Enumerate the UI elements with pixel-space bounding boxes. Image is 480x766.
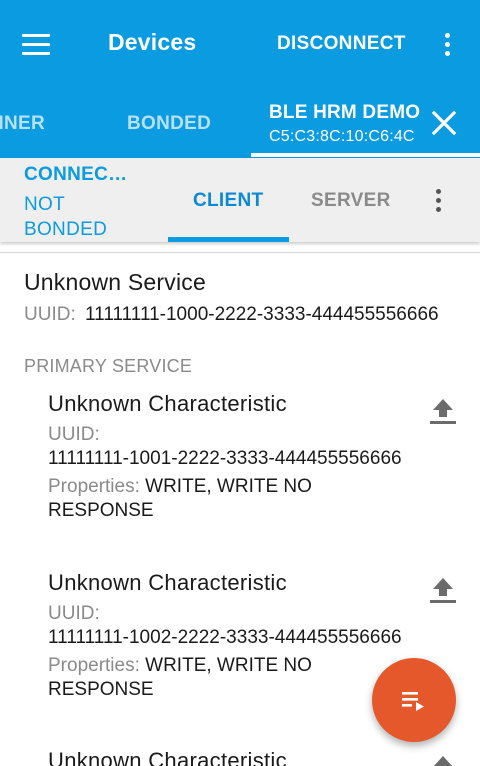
- upload-icon[interactable]: [426, 572, 460, 606]
- characteristic-name: Unknown Characteristic: [48, 748, 287, 766]
- upload-icon[interactable]: [426, 750, 460, 766]
- hamburger-menu-icon[interactable]: [14, 26, 58, 62]
- characteristic-item[interactable]: Unknown Characteristic: [48, 748, 468, 766]
- characteristic-uuid-label: UUID:: [48, 603, 100, 624]
- playlist-play-icon: [402, 692, 424, 711]
- page-title: Devices: [108, 29, 197, 55]
- characteristic-name: Unknown Characteristic: [48, 570, 287, 595]
- properties-label: Properties:: [48, 655, 140, 676]
- device-tabs: NNER BONDED BLE HRM DEMO C5:C3:8C:10:C6:…: [0, 88, 480, 158]
- device-tab-indicator: [251, 153, 480, 157]
- connection-state: CONNEC…: [24, 164, 128, 185]
- sub-tab-indicator: [168, 237, 289, 242]
- characteristic-properties: Properties: WRITE, WRITE NO RESPONSE: [48, 475, 348, 523]
- characteristic-properties: Properties: WRITE, WRITE NO RESPONSE: [48, 654, 348, 702]
- app-bar: Devices DISCONNECT: [0, 0, 480, 88]
- service-type: PRIMARY SERVICE: [24, 356, 193, 376]
- log-fab-button[interactable]: [372, 658, 456, 742]
- characteristic-uuid: 11111111-1001-2222-3333-444455556666: [48, 448, 402, 469]
- device-address: C5:C3:8C:10:C6:4C: [269, 128, 415, 145]
- service-name[interactable]: Unknown Service: [24, 269, 206, 296]
- properties-label: Properties:: [48, 476, 140, 497]
- close-icon[interactable]: [429, 108, 459, 138]
- device-name: BLE HRM DEMO: [269, 102, 421, 123]
- sub-tabs: CONNEC… NOT BONDED CLIENT SERVER: [0, 158, 480, 242]
- tab-server[interactable]: SERVER: [311, 190, 391, 212]
- bond-state: NOT BONDED: [24, 194, 108, 240]
- characteristic-name: Unknown Characteristic: [48, 391, 287, 416]
- tab-bonded[interactable]: BONDED: [127, 113, 211, 135]
- characteristic-uuid-label: UUID:: [48, 424, 100, 445]
- characteristic-item[interactable]: Unknown Characteristic UUID: 11111111-10…: [48, 391, 468, 523]
- service-uuid: 11111111-1000-2222-3333-444455556666: [85, 304, 439, 325]
- more-vert-icon[interactable]: [426, 182, 450, 218]
- tab-client[interactable]: CLIENT: [193, 190, 263, 212]
- tab-device-active[interactable]: BLE HRM DEMO C5:C3:8C:10:C6:4C: [269, 102, 420, 146]
- service-uuid-label: UUID:: [24, 304, 76, 325]
- more-vert-icon[interactable]: [435, 26, 459, 62]
- disconnect-button[interactable]: DISCONNECT: [277, 33, 406, 55]
- connection-status: CONNEC… NOT BONDED: [24, 164, 127, 242]
- characteristic-uuid: 11111111-1002-2222-3333-444455556666: [48, 627, 402, 648]
- upload-icon[interactable]: [426, 393, 460, 427]
- tab-scanner[interactable]: NNER: [0, 113, 45, 135]
